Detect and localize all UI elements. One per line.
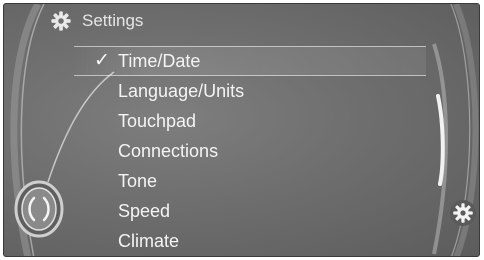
menu-item-language-units[interactable]: Language/Units [118,76,244,106]
display-screen: Settings ✓ Time/Date Language/Units Touc… [3,3,480,257]
controller-knob-icon[interactable] [14,180,64,238]
menu-item-climate[interactable]: Climate [118,226,179,256]
scrollbar[interactable] [436,44,450,254]
menu-item-touchpad[interactable]: Touchpad [118,106,196,136]
gear-icon [453,203,473,223]
gear-icon [51,11,71,31]
options-button[interactable] [450,200,476,226]
menu-item-label: Time/Date [118,51,201,71]
page-title: Settings [82,11,144,30]
menu-item-connections[interactable]: Connections [118,136,218,166]
checkmark-icon: ✓ [94,50,110,71]
menu-item-tone[interactable]: Tone [118,166,157,196]
header: Settings [4,4,479,38]
menu-item-time-date[interactable]: ✓ Time/Date [4,46,426,76]
display-decoration [10,4,479,256]
menu-item-speed[interactable]: Speed [118,196,170,226]
